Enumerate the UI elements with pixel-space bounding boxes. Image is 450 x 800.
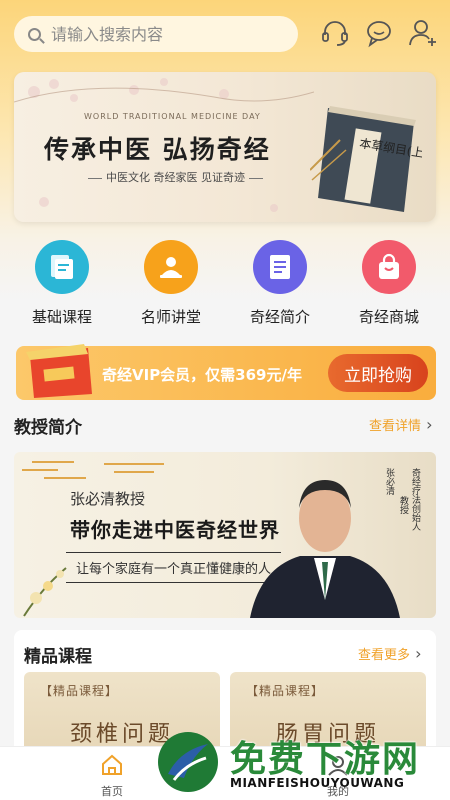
watermark-text: 免费下游网 bbox=[230, 739, 421, 780]
courses-section-title: 精品课程 bbox=[24, 647, 92, 667]
tab-home[interactable]: 首页 bbox=[82, 753, 142, 799]
chat-icon[interactable] bbox=[364, 18, 394, 48]
nav-label: 基础课程 bbox=[31, 308, 92, 326]
banner-english-line: WORLD TRADITIONAL MEDICINE DAY bbox=[84, 112, 261, 121]
search-icon bbox=[28, 27, 41, 41]
professor-photo bbox=[250, 480, 400, 618]
nav-item-mall[interactable]: 奇经商城 bbox=[334, 240, 444, 327]
home-icon bbox=[102, 754, 122, 775]
watermark-subtext: MIANFEISHOUYOUWANG bbox=[230, 776, 405, 790]
add-user-icon[interactable] bbox=[408, 18, 438, 48]
vip-offer-text: 奇经VIP会员，仅需369元/年 bbox=[102, 366, 302, 384]
search-bar[interactable] bbox=[14, 16, 298, 52]
professor-vertical-rank: 教授 bbox=[398, 496, 408, 514]
gift-box-icon bbox=[26, 344, 92, 398]
view-details-link[interactable]: 查看详情 bbox=[369, 415, 433, 434]
banner-subtitle: 中医文化 奇经家医 见证奇迹 bbox=[84, 169, 267, 185]
vip-promo-bar[interactable]: 奇经VIP会员，仅需369元/年 立即抢购 bbox=[16, 344, 436, 400]
flower-decoration bbox=[23, 567, 67, 617]
professor-headline: 带你走进中医奇经世界 bbox=[70, 518, 280, 542]
search-input[interactable] bbox=[51, 24, 271, 44]
tab-label: 首页 bbox=[101, 785, 123, 798]
nav-item-teacher-lecture[interactable]: 名师讲堂 bbox=[116, 240, 226, 327]
cloud-decoration bbox=[22, 461, 164, 479]
professor-vertical-role: 奇经疗法创始人 bbox=[410, 468, 420, 531]
teacher-icon bbox=[144, 240, 198, 294]
professor-section-title: 教授简介 bbox=[14, 418, 82, 438]
buy-now-button[interactable]: 立即抢购 bbox=[328, 354, 428, 392]
quick-nav: 基础课程 名师讲堂 奇经简介 奇经商城 bbox=[0, 240, 450, 335]
banner-title: 传承中医 弘扬奇经 bbox=[44, 135, 271, 164]
headset-icon[interactable] bbox=[320, 18, 350, 48]
course-tag: 【精品课程】 bbox=[246, 684, 325, 698]
professor-slogan: 让每个家庭有一个真正懂健康的人 bbox=[65, 552, 282, 583]
course-tag: 【精品课程】 bbox=[40, 684, 119, 698]
document-icon bbox=[35, 240, 89, 294]
nav-label: 名师讲堂 bbox=[140, 308, 201, 326]
professor-card[interactable]: 张必清教授 带你走进中医奇经世界 让每个家庭有一个真正懂健康的人 张必清 教授 … bbox=[14, 452, 436, 618]
promo-banner[interactable]: WORLD TRADITIONAL MEDICINE DAY 传承中医 弘扬奇经… bbox=[14, 72, 436, 222]
shopping-bag-icon bbox=[362, 240, 416, 294]
professor-name: 张必清教授 bbox=[70, 490, 146, 508]
book-illustration: 本草纲目(上) bbox=[310, 106, 422, 212]
watermark-logo bbox=[158, 732, 218, 792]
nav-label: 奇经简介 bbox=[249, 308, 310, 326]
list-icon bbox=[253, 240, 307, 294]
professor-vertical-name: 张必清 bbox=[384, 468, 394, 495]
nav-label: 奇经商城 bbox=[358, 308, 419, 326]
nav-item-basic-courses[interactable]: 基础课程 bbox=[7, 240, 117, 327]
view-more-link[interactable]: 查看更多 bbox=[358, 644, 422, 663]
nav-item-intro[interactable]: 奇经简介 bbox=[225, 240, 335, 327]
